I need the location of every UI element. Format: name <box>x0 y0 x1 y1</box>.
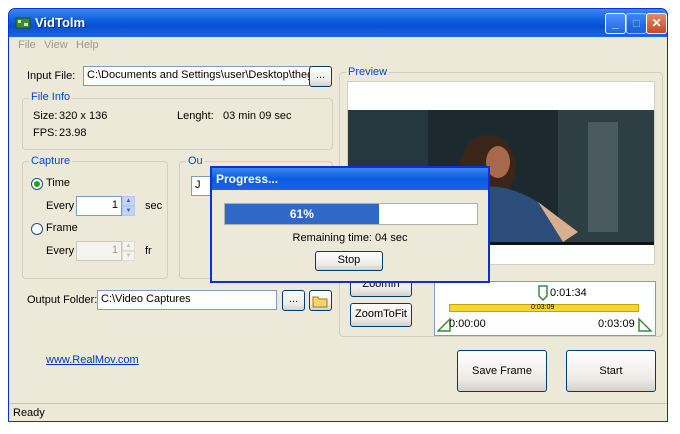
fps-value: 23.98 <box>59 127 87 139</box>
zoom-to-fit-button[interactable]: ZoomToFit <box>350 303 412 327</box>
remaining-time-text: Remaining time: 04 sec <box>292 232 408 244</box>
start-button[interactable]: Start <box>566 350 656 392</box>
timeline-current-time: 0:01:34 <box>550 287 587 299</box>
timeline-duration-small: 0:03:09 <box>531 304 555 311</box>
menu-bar: File View Help <box>9 37 667 55</box>
frame-every-stepper[interactable]: ▲ ▼ <box>122 241 135 261</box>
progress-dialog-title[interactable]: Progress... <box>212 168 488 190</box>
close-button[interactable]: ✕ <box>646 13 667 34</box>
website-link[interactable]: www.RealMov.com <box>46 354 139 366</box>
time-radio[interactable] <box>31 178 43 190</box>
time-radio-label: Time <box>46 177 71 189</box>
progress-fill: 61% <box>225 204 379 224</box>
frame-radio[interactable] <box>31 223 43 235</box>
capture-title: Capture <box>29 155 73 167</box>
minimize-icon: _ <box>612 16 619 30</box>
size-value: 320 x 136 <box>59 110 108 122</box>
frame-every-input[interactable]: 1 <box>76 241 122 261</box>
minimize-button[interactable]: _ <box>605 13 626 34</box>
chevron-up-icon[interactable]: ▲ <box>122 196 135 206</box>
time-every-label: Every <box>46 200 75 212</box>
menu-help[interactable]: Help <box>76 39 99 51</box>
maximize-button[interactable]: □ <box>626 13 647 34</box>
folder-icon <box>312 296 328 308</box>
status-bar: Ready <box>9 403 667 421</box>
time-every-stepper[interactable]: ▲ ▼ <box>122 196 135 216</box>
input-file-field[interactable]: C:\Documents and Settings\user\Desktop\t… <box>83 66 311 86</box>
output-folder-field[interactable]: C:\Video Captures <box>97 290 277 310</box>
chevron-down-icon[interactable]: ▼ <box>122 206 135 216</box>
status-text: Ready <box>13 407 45 419</box>
film-icon <box>15 17 31 29</box>
chevron-down-icon[interactable]: ▼ <box>122 251 135 261</box>
chevron-up-icon[interactable]: ▲ <box>122 241 135 251</box>
file-info-group <box>22 98 333 150</box>
title-bar[interactable]: VidTolm _ □ ✕ <box>9 9 667 37</box>
length-label: Lenght: <box>177 110 214 122</box>
input-file-browse-button[interactable]: ... <box>309 66 332 87</box>
frame-unit-label: fr <box>145 245 152 257</box>
app-window: VidTolm _ □ ✕ File View Help Input File:… <box>8 8 668 422</box>
menu-view[interactable]: View <box>44 39 68 51</box>
capture-group <box>22 161 168 279</box>
save-frame-button[interactable]: Save Frame <box>457 350 547 392</box>
output-folder-label: Output Folder: <box>27 294 98 306</box>
close-icon: ✕ <box>651 16 662 30</box>
stop-button[interactable]: Stop <box>315 251 383 271</box>
time-every-input[interactable]: 1 <box>76 196 122 216</box>
end-marker-icon[interactable] <box>638 314 652 332</box>
output-folder-browse-button[interactable]: ... <box>282 290 305 311</box>
input-file-label: Input File: <box>27 70 76 82</box>
timeline-panel[interactable]: 0:01:34 0:03:09 0:00:00 0:03:09 <box>434 281 656 336</box>
preview-title: Preview <box>346 66 390 78</box>
frame-every-label: Every <box>46 245 75 257</box>
menu-file[interactable]: File <box>18 39 36 51</box>
file-info-title: File Info <box>29 91 73 103</box>
output-group-title: Ou <box>186 155 205 167</box>
position-marker-icon[interactable] <box>538 285 548 301</box>
fps-label: FPS: <box>33 127 58 139</box>
frame-radio-label: Frame <box>46 222 78 234</box>
length-value: 03 min 09 sec <box>223 110 292 122</box>
timeline-end-time: 0:03:09 <box>598 318 635 330</box>
progress-bar: 61% <box>224 203 478 225</box>
maximize-icon: □ <box>632 16 641 30</box>
size-label: Size: <box>33 110 58 122</box>
timeline-start-time: 0:00:00 <box>449 318 486 330</box>
window-title: VidTolm <box>35 15 86 30</box>
time-unit-label: sec <box>145 200 163 212</box>
progress-dialog: Progress... 61% Remaining time: 04 sec S… <box>210 166 490 283</box>
open-folder-button[interactable] <box>309 290 332 311</box>
